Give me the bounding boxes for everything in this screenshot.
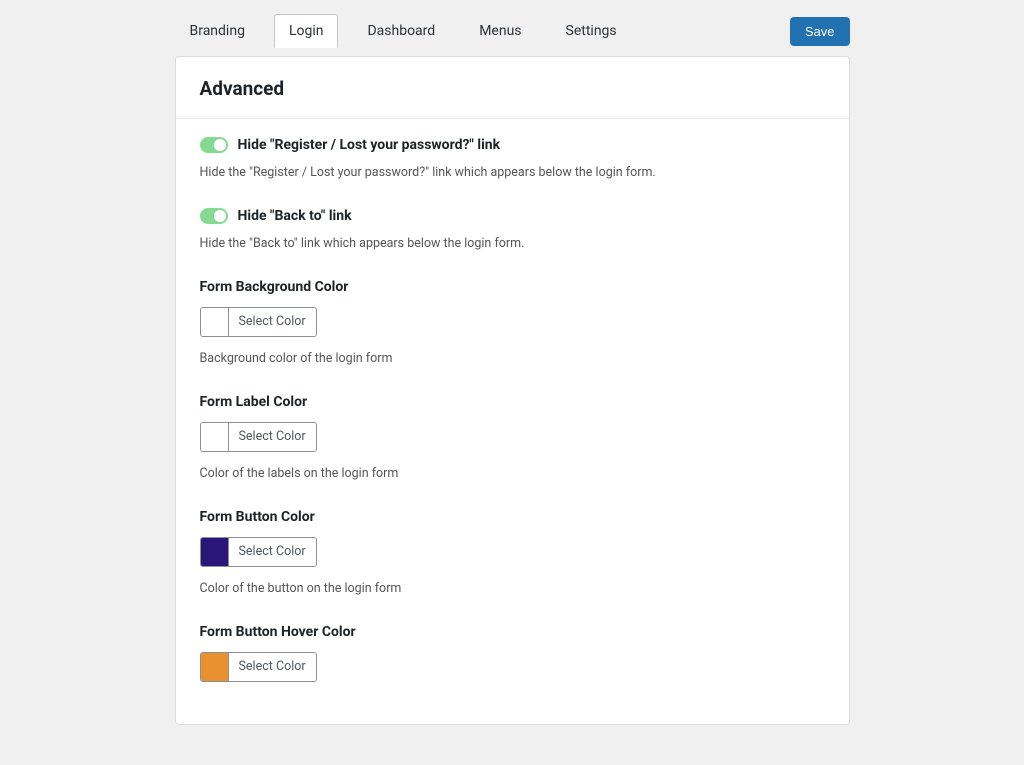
color-picker-form-button-hover[interactable]: Select Color xyxy=(200,652,317,682)
tab-settings[interactable]: Settings xyxy=(551,14,632,48)
setting-hide-back-to: Hide "Back to" link Hide the "Back to" l… xyxy=(200,208,825,251)
color-swatch xyxy=(201,423,229,451)
top-bar: Branding Login Dashboard Menus Settings … xyxy=(175,6,850,48)
setting-desc: Hide the "Back to" link which appears be… xyxy=(200,236,825,251)
select-color-label: Select Color xyxy=(229,653,316,681)
tab-dashboard[interactable]: Dashboard xyxy=(352,14,450,48)
settings-panel: Advanced Hide "Register / Lost your pass… xyxy=(175,56,850,725)
panel-content: Hide "Register / Lost your password?" li… xyxy=(176,119,849,696)
setting-form-button-color: Form Button Color Select Color Color of … xyxy=(200,509,825,596)
setting-desc: Background color of the login form xyxy=(200,351,825,366)
save-button[interactable]: Save xyxy=(790,17,850,46)
color-swatch xyxy=(201,653,229,681)
select-color-label: Select Color xyxy=(229,538,316,566)
select-color-label: Select Color xyxy=(229,308,316,336)
setting-desc: Hide the "Register / Lost your password?… xyxy=(200,165,825,180)
setting-title: Form Label Color xyxy=(200,394,825,410)
color-swatch xyxy=(201,308,229,336)
setting-form-label-color: Form Label Color Select Color Color of t… xyxy=(200,394,825,481)
color-picker-form-label[interactable]: Select Color xyxy=(200,422,317,452)
tab-menus[interactable]: Menus xyxy=(464,14,536,48)
tab-branding[interactable]: Branding xyxy=(175,14,260,48)
setting-title: Form Background Color xyxy=(200,279,825,295)
color-swatch xyxy=(201,538,229,566)
tab-login[interactable]: Login xyxy=(274,14,339,48)
color-picker-form-button[interactable]: Select Color xyxy=(200,537,317,567)
toggle-hide-register[interactable] xyxy=(200,137,228,153)
toggle-hide-back-to[interactable] xyxy=(200,208,228,224)
color-picker-form-bg[interactable]: Select Color xyxy=(200,307,317,337)
setting-hide-register: Hide "Register / Lost your password?" li… xyxy=(200,137,825,180)
setting-title: Hide "Register / Lost your password?" li… xyxy=(238,137,501,153)
tabs: Branding Login Dashboard Menus Settings xyxy=(175,14,632,48)
setting-title: Hide "Back to" link xyxy=(238,208,352,224)
setting-form-bg-color: Form Background Color Select Color Backg… xyxy=(200,279,825,366)
setting-title: Form Button Color xyxy=(200,509,825,525)
setting-form-button-hover-color: Form Button Hover Color Select Color xyxy=(200,624,825,696)
setting-title: Form Button Hover Color xyxy=(200,624,825,640)
setting-desc: Color of the labels on the login form xyxy=(200,466,825,481)
panel-title: Advanced xyxy=(176,57,849,119)
setting-desc: Color of the button on the login form xyxy=(200,581,825,596)
select-color-label: Select Color xyxy=(229,423,316,451)
